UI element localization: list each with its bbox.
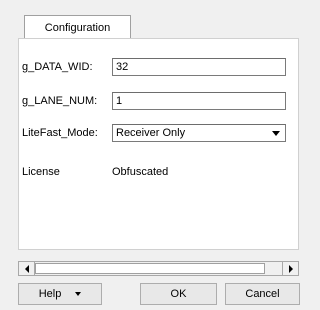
ok-button[interactable]: OK	[140, 283, 217, 305]
litefast-mode-label: LiteFast_Mode:	[22, 127, 98, 139]
configuration-panel: g_DATA_WID: 32 g_LANE_NUM: 1 LiteFast_Mo…	[18, 38, 299, 250]
lane-num-label: g_LANE_NUM:	[22, 95, 98, 107]
litefast-mode-value: Receiver Only	[116, 127, 186, 139]
ok-label: OK	[170, 288, 187, 300]
license-label: License	[22, 166, 60, 178]
tab-configuration[interactable]: Configuration	[24, 15, 131, 39]
scroll-left-button[interactable]	[19, 262, 35, 275]
horizontal-scrollbar[interactable]	[18, 261, 299, 276]
chevron-down-icon	[272, 130, 280, 136]
cancel-button[interactable]: Cancel	[225, 283, 300, 305]
data-wid-input[interactable]: 32	[112, 58, 286, 76]
litefast-mode-select[interactable]: Receiver Only	[112, 124, 286, 142]
help-button[interactable]: Help	[18, 283, 102, 305]
chevron-down-icon	[75, 292, 82, 296]
cancel-label: Cancel	[245, 288, 280, 300]
arrow-left-icon	[24, 264, 29, 273]
scrollbar-thumb[interactable]	[35, 263, 265, 274]
data-wid-label: g_DATA_WID:	[22, 61, 93, 73]
tab-label: Configuration	[44, 21, 111, 34]
license-value: Obfuscated	[112, 166, 169, 178]
help-label: Help	[38, 288, 62, 300]
scroll-right-button[interactable]	[282, 262, 298, 275]
lane-num-input[interactable]: 1	[112, 92, 286, 110]
arrow-right-icon	[288, 264, 293, 273]
